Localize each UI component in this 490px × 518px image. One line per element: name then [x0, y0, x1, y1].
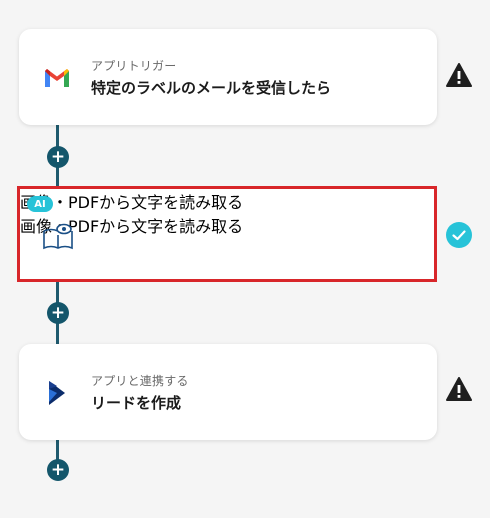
ocr-book-eye-icon [40, 218, 76, 254]
add-step-button[interactable]: + [47, 146, 69, 168]
gmail-icon [41, 62, 73, 94]
add-step-button[interactable]: + [47, 302, 69, 324]
warning-icon [445, 375, 473, 403]
step-subtitle: 画像・PDFから文字を読み取る [20, 193, 244, 212]
step-title: リードを作成 [91, 394, 182, 412]
step-subtitle: アプリと連携する [91, 374, 189, 388]
step-subtitle: アプリトリガー [91, 59, 177, 73]
step-card-trigger[interactable]: アプリトリガー 特定のラベルのメールを受信したら [19, 29, 437, 125]
check-circle-icon [445, 221, 473, 249]
ai-badge: AI [27, 196, 53, 212]
step-card-ocr[interactable]: 画像・PDFから文字を読み取る 画像・PDFから文字を読み取る [17, 186, 437, 282]
add-step-button[interactable]: + [47, 459, 69, 481]
dynamics-icon [41, 377, 73, 409]
warning-icon [445, 61, 473, 89]
step-card-create-lead[interactable]: アプリと連携する リードを作成 [19, 344, 437, 440]
step-title: 画像・PDFから文字を読み取る [20, 217, 244, 236]
step-title: 特定のラベルのメールを受信したら [91, 79, 332, 97]
